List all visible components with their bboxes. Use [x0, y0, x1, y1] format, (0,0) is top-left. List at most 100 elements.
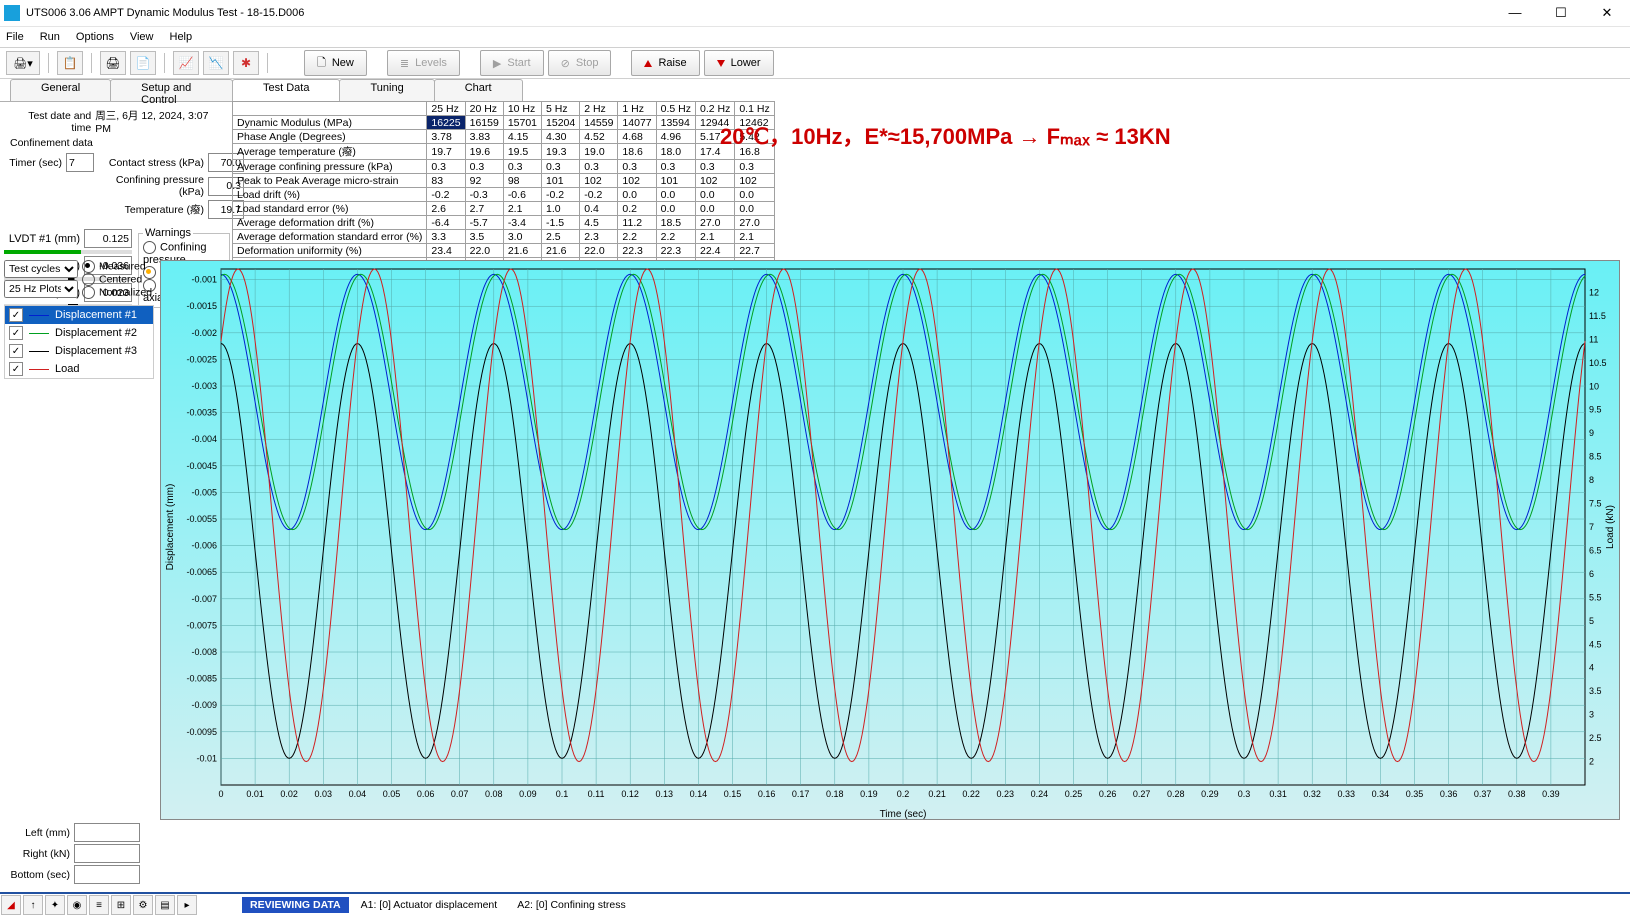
sb-btn-5[interactable]: ≡: [89, 895, 109, 915]
svg-text:0.36: 0.36: [1440, 789, 1458, 799]
svg-text:0.39: 0.39: [1542, 789, 1560, 799]
svg-text:0.26: 0.26: [1099, 789, 1117, 799]
svg-text:0.37: 0.37: [1474, 789, 1492, 799]
svg-text:0.04: 0.04: [349, 789, 367, 799]
confinement-label: Confinement data: [10, 137, 226, 149]
datetime-label: Test date and time: [6, 110, 95, 134]
close-button[interactable]: ✕: [1584, 0, 1630, 26]
sb-btn-9[interactable]: ▸: [177, 895, 197, 915]
axis-bottom-input[interactable]: [74, 865, 140, 884]
menu-options[interactable]: Options: [76, 31, 114, 43]
cycles-select[interactable]: Test cycles: [4, 260, 78, 278]
axis-right-label: Right (kN): [4, 848, 74, 860]
titlebar: UTS006 3.06 AMPT Dynamic Modulus Test - …: [0, 0, 1630, 27]
statusbar: ◢ ↑ ✦ ◉ ≡ ⊞ ⚙ ▤ ▸ REVIEWING DATA A1: [0]…: [0, 892, 1630, 916]
levels-button[interactable]: ≣Levels: [387, 50, 460, 76]
chart-area[interactable]: 00.010.020.030.040.050.060.070.080.090.1…: [160, 260, 1620, 820]
svg-text:0.18: 0.18: [826, 789, 844, 799]
svg-text:-0.0035: -0.0035: [186, 408, 217, 418]
svg-text:3: 3: [1589, 710, 1594, 720]
sb-btn-2[interactable]: ↑: [23, 895, 43, 915]
chart2-button[interactable]: 📉: [203, 51, 229, 75]
radio-centered[interactable]: Centered: [82, 273, 152, 286]
chart3-button[interactable]: ✱: [233, 51, 259, 75]
svg-text:-0.001: -0.001: [191, 275, 217, 285]
svg-text:0.12: 0.12: [621, 789, 639, 799]
print-dropdown[interactable]: 🖨▾: [6, 51, 40, 75]
tab-testdata[interactable]: Test Data: [232, 79, 340, 101]
svg-text:0.09: 0.09: [519, 789, 537, 799]
raise-button[interactable]: Raise: [631, 50, 699, 76]
tab-setup[interactable]: Setup and Control: [110, 79, 233, 101]
svg-text:0.01: 0.01: [246, 789, 264, 799]
svg-text:-0.0095: -0.0095: [186, 727, 217, 737]
stop-button[interactable]: ⊘Stop: [548, 50, 612, 76]
sb-btn-1[interactable]: ◢: [1, 895, 21, 915]
sb-btn-4[interactable]: ◉: [67, 895, 87, 915]
lower-button[interactable]: Lower: [704, 50, 774, 76]
radio-normalized[interactable]: Normalized: [82, 286, 152, 299]
svg-text:8.5: 8.5: [1589, 452, 1602, 462]
svg-text:0.27: 0.27: [1133, 789, 1151, 799]
new-button[interactable]: 🗋New: [304, 50, 367, 76]
start-button[interactable]: ▶Start: [480, 50, 544, 76]
menu-run[interactable]: Run: [40, 31, 60, 43]
export-button[interactable]: 📄: [130, 51, 156, 75]
tab-general[interactable]: General: [10, 79, 111, 101]
sb-btn-6[interactable]: ⊞: [111, 895, 131, 915]
print-button[interactable]: 🖨: [100, 51, 126, 75]
menubar: File Run Options View Help: [0, 27, 1630, 48]
stop-icon: ⊘: [561, 57, 570, 70]
sb-btn-3[interactable]: ✦: [45, 895, 65, 915]
legend-checkbox[interactable]: ✓: [9, 362, 23, 376]
svg-text:0.1: 0.1: [556, 789, 569, 799]
lvdt1-input[interactable]: [84, 229, 132, 248]
tab-tuning[interactable]: Tuning: [339, 79, 434, 101]
sb-btn-7[interactable]: ⚙: [133, 895, 153, 915]
tab-chart[interactable]: Chart: [434, 79, 523, 101]
svg-text:0.08: 0.08: [485, 789, 503, 799]
legend-checkbox[interactable]: ✓: [9, 344, 23, 358]
svg-text:-0.0055: -0.0055: [186, 514, 217, 524]
legend-item[interactable]: ✓Displacement #2: [5, 324, 153, 342]
svg-text:0.28: 0.28: [1167, 789, 1185, 799]
menu-view[interactable]: View: [130, 31, 154, 43]
plots-select[interactable]: 25 Hz Plots: [4, 280, 78, 298]
lower-icon: [717, 60, 725, 67]
start-icon: ▶: [493, 57, 501, 70]
svg-text:2.5: 2.5: [1589, 733, 1602, 743]
svg-text:3.5: 3.5: [1589, 686, 1602, 696]
legend-item[interactable]: ✓Displacement #1: [5, 306, 153, 324]
window-title: UTS006 3.06 AMPT Dynamic Modulus Test - …: [26, 7, 304, 19]
status-a1[interactable]: A1: [0] Actuator displacement: [353, 897, 506, 913]
menu-help[interactable]: Help: [170, 31, 193, 43]
status-a2[interactable]: A2: [0] Confining stress: [509, 897, 634, 913]
svg-text:0.03: 0.03: [315, 789, 333, 799]
legend-checkbox[interactable]: ✓: [9, 326, 23, 340]
svg-text:6: 6: [1589, 569, 1594, 579]
svg-text:0.16: 0.16: [758, 789, 776, 799]
toolbar: 🖨▾ 📋 🖨 📄 📈 📉 ✱ 🗋New ≣Levels ▶Start ⊘Stop…: [0, 48, 1630, 79]
axis-right-input[interactable]: [74, 844, 140, 863]
svg-text:-0.0015: -0.0015: [186, 301, 217, 311]
svg-text:0.31: 0.31: [1269, 789, 1287, 799]
svg-text:0.32: 0.32: [1303, 789, 1321, 799]
sb-btn-8[interactable]: ▤: [155, 895, 175, 915]
svg-text:-0.007: -0.007: [191, 594, 217, 604]
legend-checkbox[interactable]: ✓: [9, 308, 23, 322]
minimize-button[interactable]: —: [1492, 0, 1538, 26]
svg-text:0.2: 0.2: [897, 789, 910, 799]
radio-measured[interactable]: Measured: [82, 260, 152, 273]
timer-input[interactable]: [66, 153, 94, 172]
legend-item[interactable]: ✓Displacement #3: [5, 342, 153, 360]
maximize-button[interactable]: ☐: [1538, 0, 1584, 26]
legend-item[interactable]: ✓Load: [5, 360, 153, 378]
chart1-button[interactable]: 📈: [173, 51, 199, 75]
svg-text:0.07: 0.07: [451, 789, 469, 799]
svg-text:9: 9: [1589, 428, 1594, 438]
axis-left-input[interactable]: [74, 823, 140, 842]
svg-text:9.5: 9.5: [1589, 405, 1602, 415]
copy-button[interactable]: 📋: [57, 51, 83, 75]
menu-file[interactable]: File: [6, 31, 24, 43]
svg-text:0.06: 0.06: [417, 789, 435, 799]
